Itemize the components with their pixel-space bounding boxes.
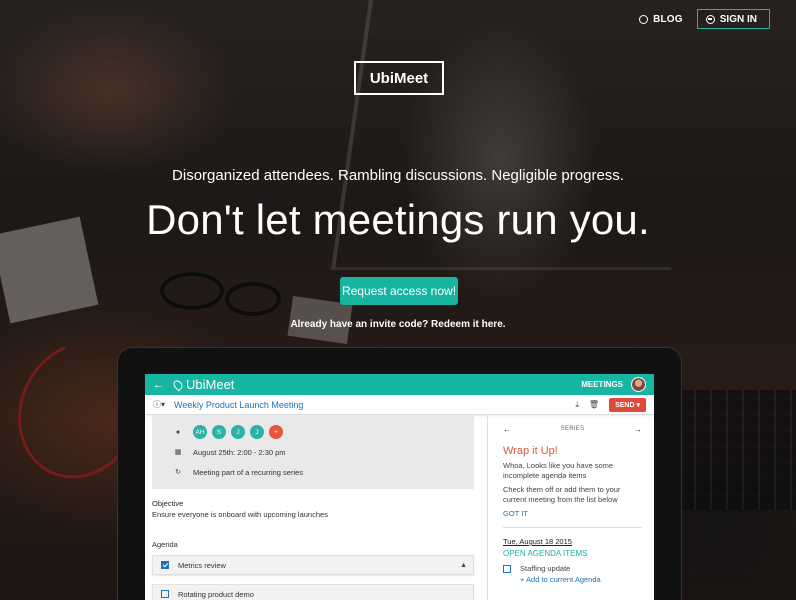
add-attendee-button[interactable]: + — [269, 425, 283, 439]
device-frame: ← UbiMeet MEETINGS ⓘ▾ Weekly Product Lau… — [118, 348, 681, 600]
sign-in-label: SIGN IN — [719, 13, 757, 25]
past-meeting-date: Tue, August 18 2015 — [503, 537, 572, 546]
wrap-up-text: Whoa, Looks like you have some incomplet… — [503, 461, 614, 480]
open-agenda-item: Staffing update + Add to current Agenda — [503, 564, 642, 584]
previous-arrow-icon[interactable]: ← — [503, 425, 511, 434]
wrap-up-instructions: Check them off or add them to your curre… — [503, 485, 621, 504]
request-access-button[interactable]: Request access now! — [340, 277, 458, 305]
recurring-icon: ↻ — [175, 469, 181, 476]
agenda-item[interactable]: Metrics review ▲ — [152, 555, 474, 575]
app-title: UbiMeet — [186, 377, 235, 392]
attendee-list: AH S J J + — [193, 425, 283, 439]
attendee-chip[interactable]: J — [231, 425, 245, 439]
meeting-header: ⓘ▾ Weekly Product Launch Meeting ⤓ 🗑 SEN… — [145, 395, 654, 415]
send-button[interactable]: SEND ▾ — [609, 397, 646, 412]
download-icon[interactable]: ⤓ — [575, 400, 579, 410]
next-arrow-icon[interactable]: → — [634, 425, 642, 434]
avatar[interactable] — [631, 377, 646, 392]
calendar-icon: ▦ — [174, 449, 182, 456]
meeting-details: ● AH S J J + ▦ August 25th: 2:00 - 2:30 … — [145, 415, 481, 600]
wordpress-icon — [639, 14, 649, 24]
back-arrow-icon[interactable]: ← — [153, 379, 164, 391]
background-glasses — [160, 272, 224, 310]
got-it-button[interactable]: GOT IT — [503, 509, 642, 518]
top-nav: BLOG SIGN IN — [639, 9, 770, 29]
chevron-up-icon[interactable]: ▲ — [460, 562, 467, 569]
blog-label: BLOG — [653, 13, 683, 25]
app-screenshot: ← UbiMeet MEETINGS ⓘ▾ Weekly Product Lau… — [145, 374, 654, 600]
agenda-checkbox[interactable] — [161, 590, 169, 598]
background-glasses — [225, 282, 281, 316]
hero-subtitle: Disorganized attendees. Rambling discuss… — [172, 167, 624, 184]
meeting-title[interactable]: Weekly Product Launch Meeting — [174, 400, 303, 410]
sign-in-button[interactable]: SIGN IN — [696, 9, 770, 29]
logo[interactable]: UbiMeet — [354, 61, 444, 95]
sign-in-icon — [705, 14, 715, 24]
meetings-link[interactable]: MEETINGS — [581, 380, 623, 389]
hero-headline: Don't let meetings run you. — [146, 196, 650, 243]
attendee-chip[interactable]: S — [212, 425, 226, 439]
blog-link[interactable]: BLOG — [639, 14, 683, 25]
series-label: SERIES — [560, 426, 585, 432]
redeem-invite-link[interactable]: Already have an invite code? Redeem it h… — [0, 319, 796, 330]
wrap-up-title: Wrap it Up! — [503, 445, 558, 457]
agenda-label: Agenda — [152, 540, 178, 549]
trash-icon[interactable]: 🗑 — [589, 400, 599, 409]
info-icon[interactable]: ⓘ▾ — [153, 399, 165, 410]
agenda-item[interactable]: Rotating product demo — [152, 584, 474, 600]
agenda-item-label: Rotating product demo — [178, 589, 254, 599]
series-panel: ← SERIES → Wrap it Up! Whoa, Looks like … — [488, 415, 654, 600]
background-keyboard — [680, 390, 796, 510]
app-bar: ← UbiMeet MEETINGS — [145, 374, 654, 395]
open-item-label: Staffing update — [520, 564, 571, 573]
open-item-checkbox[interactable] — [503, 565, 511, 573]
objective-section: Objective Ensure everyone is onboard wit… — [152, 489, 474, 519]
attendee-chip[interactable]: J — [250, 425, 264, 439]
objective-label: Objective — [152, 499, 184, 508]
agenda-checkbox[interactable] — [161, 561, 169, 569]
meeting-date: August 25th: 2:00 - 2:30 pm — [193, 447, 286, 457]
open-agenda-items-label: OPEN AGENDA ITEMS — [503, 549, 588, 558]
location-pin-icon — [171, 378, 185, 391]
people-icon: ● — [175, 428, 181, 436]
add-to-agenda-link[interactable]: + Add to current Agenda — [520, 575, 601, 584]
recurring-text: Meeting part of a recurring series — [193, 467, 304, 477]
meeting-info-panel: ● AH S J J + ▦ August 25th: 2:00 - 2:30 … — [152, 415, 474, 489]
attendee-chip[interactable]: AH — [193, 425, 207, 439]
objective-text: Ensure everyone is onboard with upcoming… — [152, 510, 328, 519]
agenda-item-label: Metrics review — [178, 560, 226, 570]
